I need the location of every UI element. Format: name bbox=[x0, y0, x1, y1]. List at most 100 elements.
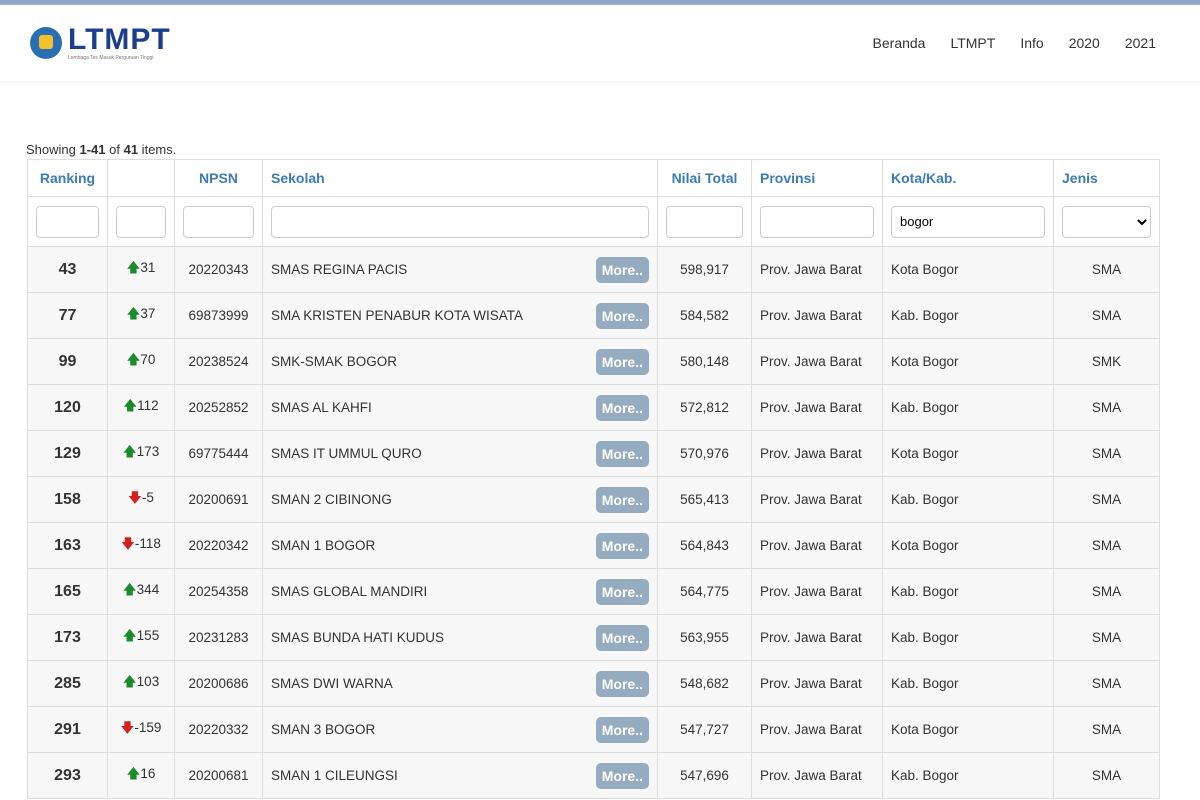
more-button[interactable]: More.. bbox=[595, 763, 649, 789]
arrow-up-icon: 🡅 bbox=[126, 352, 141, 367]
rank-change-value: 16 bbox=[140, 766, 156, 781]
nilai-total: 570,976 bbox=[657, 430, 752, 477]
filter-kota[interactable] bbox=[891, 205, 1045, 238]
jenis: SMA bbox=[1053, 384, 1160, 431]
col-ranking[interactable]: Ranking bbox=[27, 159, 108, 197]
summary-total: 41 bbox=[123, 142, 139, 157]
col-sekolah[interactable]: Sekolah bbox=[262, 159, 658, 197]
npsn: 20252852 bbox=[174, 384, 263, 431]
sekolah: SMAS DWI WARNA More.. bbox=[262, 660, 658, 707]
provinsi: Prov. Jawa Barat bbox=[751, 660, 883, 707]
filter-sekolah[interactable] bbox=[271, 205, 649, 238]
nilai-total: 547,696 bbox=[657, 752, 752, 799]
more-button[interactable]: More.. bbox=[595, 303, 649, 329]
nav-beranda[interactable]: Beranda bbox=[873, 35, 926, 51]
filter-ranking[interactable] bbox=[36, 205, 99, 238]
more-button[interactable]: More.. bbox=[595, 441, 649, 467]
col-provinsi[interactable]: Provinsi bbox=[751, 159, 883, 197]
sekolah: SMAS IT UMMUL QURO More.. bbox=[262, 430, 658, 477]
nilai-total: 564,775 bbox=[657, 568, 752, 615]
table-row: 99 🡅70 20238524 SMK-SMAK BOGOR More.. 580… bbox=[27, 338, 1160, 385]
more-button[interactable]: More.. bbox=[595, 349, 649, 375]
school-name: SMAS BUNDA HATI KUDUS bbox=[271, 630, 445, 645]
sekolah: SMAN 1 CILEUNGSI More.. bbox=[262, 752, 658, 799]
provinsi: Prov. Jawa Barat bbox=[751, 338, 883, 385]
nav-2021[interactable]: 2021 bbox=[1125, 35, 1156, 51]
rank-change-value: -159 bbox=[134, 720, 162, 735]
school-name: SMAN 3 BOGOR bbox=[271, 722, 376, 737]
filter-provinsi[interactable] bbox=[760, 205, 874, 238]
rank-change-value: 70 bbox=[140, 352, 156, 367]
col-jenis[interactable]: Jenis bbox=[1053, 159, 1160, 197]
arrow-up-icon: 🡅 bbox=[126, 766, 141, 781]
filter-change[interactable] bbox=[116, 205, 166, 238]
ranking: 165 bbox=[27, 568, 108, 615]
more-button[interactable]: More.. bbox=[595, 533, 649, 559]
table-row: 163 🡇-118 20220342 SMAN 1 BOGOR More.. 56… bbox=[27, 522, 1160, 569]
rank-change-value: 155 bbox=[136, 628, 160, 643]
jenis: SMA bbox=[1053, 660, 1160, 707]
brand-tagline: Lembaga Tes Masuk Perguruan Tinggi bbox=[68, 55, 154, 61]
nav-2020[interactable]: 2020 bbox=[1069, 35, 1100, 51]
school-name: SMAS GLOBAL MANDIRI bbox=[271, 584, 428, 599]
sekolah: SMAN 1 BOGOR More.. bbox=[262, 522, 658, 569]
npsn: 20220343 bbox=[174, 246, 263, 293]
kota: Kab. Bogor bbox=[882, 614, 1054, 661]
npsn: 20200686 bbox=[174, 660, 263, 707]
provinsi: Prov. Jawa Barat bbox=[751, 522, 883, 569]
logo[interactable]: LTMPT Lembaga Tes Masuk Perguruan Tinggi bbox=[30, 25, 171, 61]
rank-change-value: 112 bbox=[137, 398, 159, 413]
nav-info[interactable]: Info bbox=[1020, 35, 1043, 51]
more-button[interactable]: More.. bbox=[595, 717, 649, 743]
arrow-up-icon: 🡅 bbox=[126, 306, 141, 321]
jenis: SMA bbox=[1053, 430, 1160, 477]
emblem-icon bbox=[30, 27, 62, 59]
school-name: SMAS AL KAHFI bbox=[271, 400, 372, 415]
table-row: 120 🡅112 20252852 SMAS AL KAHFI More.. 57… bbox=[27, 384, 1160, 431]
arrow-down-icon: 🡇 bbox=[121, 536, 135, 551]
school-name: SMK-SMAK BOGOR bbox=[271, 354, 398, 369]
more-button[interactable]: More.. bbox=[595, 671, 649, 697]
ranking: 77 bbox=[27, 292, 108, 339]
sekolah: SMAS BUNDA HATI KUDUS More.. bbox=[262, 614, 658, 661]
kota: Kab. Bogor bbox=[882, 752, 1054, 799]
arrow-down-icon: 🡇 bbox=[128, 490, 142, 505]
ranking: 285 bbox=[27, 660, 108, 707]
brand-name: LTMPT bbox=[68, 23, 171, 56]
ranking: 293 bbox=[27, 752, 108, 799]
rank-change-value: -5 bbox=[141, 490, 154, 505]
table-row: 173 🡅155 20231283 SMAS BUNDA HATI KUDUS M… bbox=[27, 614, 1160, 661]
col-npsn[interactable]: NPSN bbox=[174, 159, 263, 197]
npsn: 69873999 bbox=[174, 292, 263, 339]
sekolah: SMA KRISTEN PENABUR KOTA WISATA More.. bbox=[262, 292, 658, 339]
provinsi: Prov. Jawa Barat bbox=[751, 430, 883, 477]
school-name: SMAN 1 BOGOR bbox=[271, 538, 376, 553]
more-button[interactable]: More.. bbox=[595, 257, 649, 283]
sekolah: SMAS REGINA PACIS More.. bbox=[262, 246, 658, 293]
nilai-total: 563,955 bbox=[657, 614, 752, 661]
arrow-up-icon: 🡅 bbox=[122, 582, 137, 597]
nav-ltmpt[interactable]: LTMPT bbox=[950, 35, 995, 51]
table-row: 158 🡇-5 20200691 SMAN 2 CIBINONG More.. 5… bbox=[27, 476, 1160, 523]
nilai-total: 565,413 bbox=[657, 476, 752, 523]
rank-change: 🡅344 bbox=[107, 568, 175, 615]
more-button[interactable]: More.. bbox=[595, 487, 649, 513]
jenis: SMA bbox=[1053, 476, 1160, 523]
rank-change: 🡅155 bbox=[107, 614, 175, 661]
rank-change: 🡅16 bbox=[107, 752, 175, 799]
rank-change-value: 344 bbox=[136, 582, 160, 597]
more-button[interactable]: More.. bbox=[595, 395, 649, 421]
rank-change: 🡇-118 bbox=[107, 522, 175, 569]
more-button[interactable]: More.. bbox=[595, 625, 649, 651]
filter-nilai[interactable] bbox=[666, 205, 743, 238]
col-nilai-total[interactable]: Nilai Total bbox=[657, 159, 752, 197]
results-table: Ranking NPSN Sekolah Nilai Total Provins… bbox=[27, 159, 1160, 799]
filter-npsn[interactable] bbox=[183, 205, 254, 238]
filter-jenis[interactable] bbox=[1062, 205, 1151, 238]
jenis: SMA bbox=[1053, 614, 1160, 661]
rank-change: 🡅103 bbox=[107, 660, 175, 707]
more-button[interactable]: More.. bbox=[595, 579, 649, 605]
col-kota[interactable]: Kota/Kab. bbox=[882, 159, 1054, 197]
nilai-total: 564,843 bbox=[657, 522, 752, 569]
col-change bbox=[107, 159, 175, 197]
